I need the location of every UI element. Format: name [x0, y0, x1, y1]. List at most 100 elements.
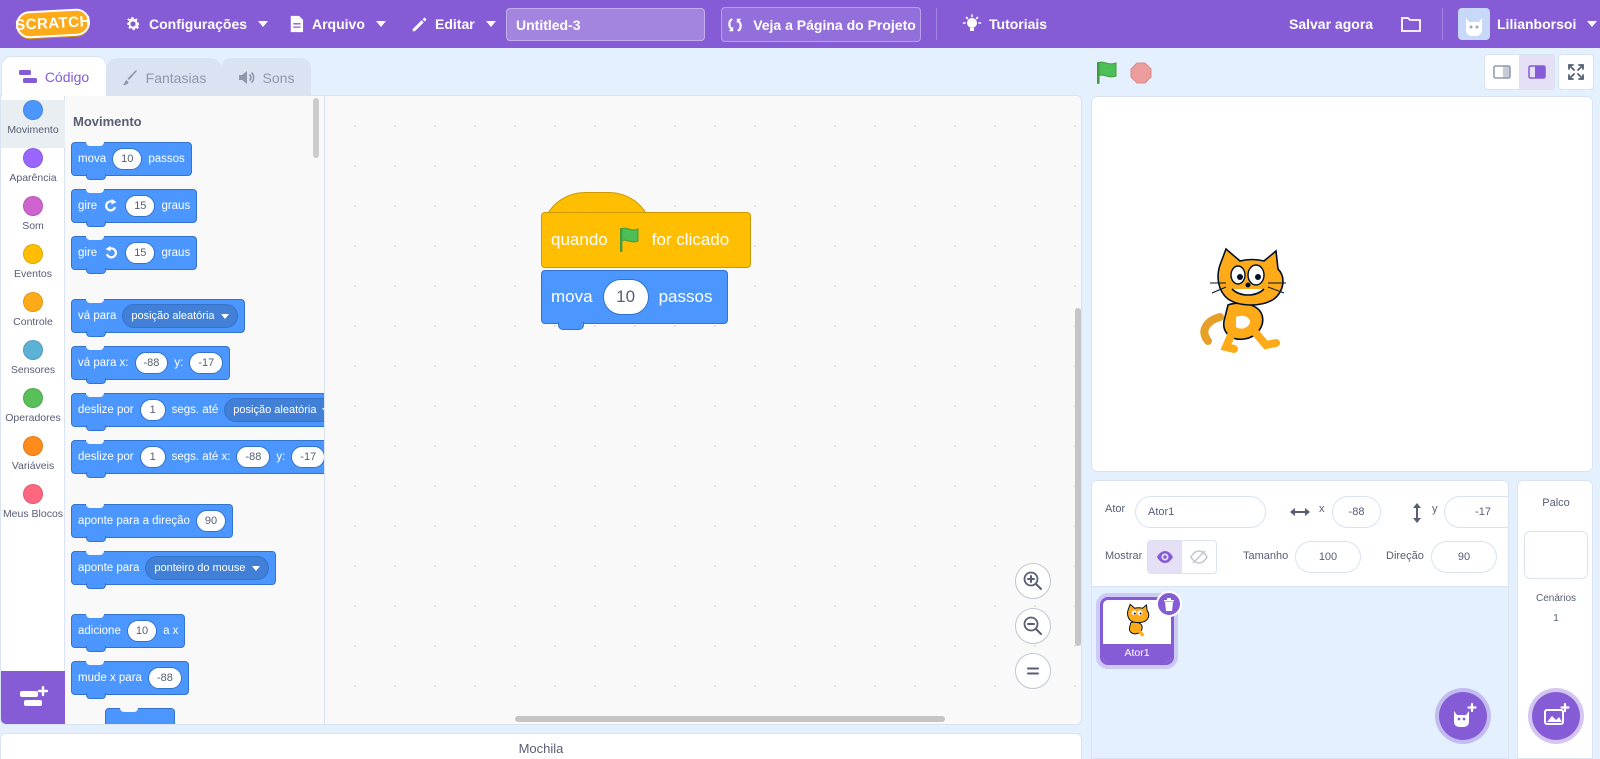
category-events[interactable]: Eventos — [1, 244, 65, 292]
project-title-input[interactable] — [506, 8, 705, 41]
category-motion-dot — [23, 100, 43, 120]
gear-icon — [127, 17, 141, 31]
block-input[interactable]: -17 — [189, 352, 224, 374]
category-events-dot — [23, 244, 43, 264]
choose-backdrop-button[interactable] — [1532, 692, 1580, 740]
category-operators-dot — [23, 388, 43, 408]
size-input[interactable] — [1295, 541, 1361, 573]
menu-bar: SCRATCH Configurações Arquivo Editar Vej… — [0, 0, 1600, 48]
sprite-name-input[interactable] — [1135, 496, 1266, 528]
category-label: Eventos — [14, 268, 52, 280]
scratch-logo[interactable]: SCRATCH — [15, 8, 91, 39]
code-editor: Movimento Aparência Som Eventos Controle… — [0, 95, 1082, 725]
block-input[interactable]: -88 — [236, 446, 271, 468]
block-partial[interactable] — [105, 708, 175, 724]
block-input[interactable]: 10 — [112, 148, 143, 170]
block-turn-right[interactable]: gire 15 graus — [71, 189, 198, 227]
scratch-cat-sprite[interactable] — [1198, 245, 1302, 355]
my-stuff-button[interactable] — [1400, 0, 1422, 48]
block-input[interactable]: 90 — [195, 510, 227, 532]
category-control[interactable]: Controle — [1, 292, 65, 340]
tutorials-button[interactable]: Tutoriais — [962, 0, 1047, 48]
edit-menu[interactable]: Editar — [411, 0, 496, 48]
stage-target-pane[interactable]: Palco Cenários 1 — [1517, 480, 1593, 759]
cat-avatar-icon — [1466, 18, 1482, 36]
delete-sprite-button[interactable] — [1156, 591, 1182, 617]
category-looks[interactable]: Aparência — [1, 148, 65, 196]
fullscreen-button[interactable] — [1558, 54, 1594, 90]
block-turn-left[interactable]: gire 15 graus — [71, 236, 198, 274]
block-change-x[interactable]: adicione 10 a x — [71, 614, 186, 652]
account-menu[interactable]: Lilianborsoi — [1458, 0, 1598, 48]
rotate-right-icon — [105, 199, 117, 212]
block-input[interactable]: -88 — [147, 667, 182, 689]
move-steps-block[interactable]: mova 10 passos — [541, 270, 728, 330]
backpack[interactable]: Mochila — [0, 733, 1082, 759]
block-glide-to[interactable]: deslize por 1 segs. até posição aleatóri… — [71, 393, 324, 431]
save-now-button[interactable]: Salvar agora — [1289, 0, 1373, 48]
block-text: aponte para — [78, 562, 140, 574]
file-menu[interactable]: Arquivo — [288, 0, 386, 48]
sprite-tile-name: Ator1 — [1103, 644, 1171, 662]
see-project-page-button[interactable]: Veja a Página do Projeto — [721, 7, 921, 42]
show-sprite-button[interactable] — [1148, 541, 1182, 573]
settings-menu[interactable]: Configurações — [124, 0, 269, 48]
when-flag-clicked-block[interactable]: quando for clicado — [541, 192, 751, 270]
stage-canvas[interactable] — [1091, 96, 1593, 472]
block-input[interactable]: 10 — [126, 620, 158, 642]
category-motion[interactable]: Movimento — [1, 100, 65, 148]
tab-costumes[interactable]: Fantasias — [107, 58, 221, 96]
block-dropdown[interactable]: ponteiro do mouse — [145, 556, 269, 580]
tab-sounds-label: Sons — [262, 69, 295, 86]
category-sound[interactable]: Som — [1, 196, 65, 244]
block-set-x[interactable]: mude x para -88 — [71, 661, 189, 699]
block-input[interactable]: 1 — [139, 446, 166, 468]
tab-code[interactable]: Código — [1, 56, 107, 96]
block-input[interactable]: 10 — [602, 279, 649, 315]
block-input[interactable]: 15 — [125, 242, 156, 264]
hide-sprite-button[interactable] — [1182, 541, 1216, 573]
sprite-label: Ator — [1105, 503, 1126, 515]
block-input[interactable]: 1 — [139, 399, 166, 421]
category-my-blocks[interactable]: Meus Blocos — [1, 484, 65, 532]
workspace-horizontal-scrollbar[interactable] — [515, 716, 945, 722]
large-stage-button[interactable] — [1519, 54, 1555, 90]
avatar — [1458, 8, 1490, 40]
x-input[interactable] — [1332, 496, 1381, 528]
zoom-out-button[interactable] — [1015, 608, 1051, 644]
block-glide-to-xy[interactable]: deslize por 1 segs. até x: -88 y: -17 — [71, 440, 324, 478]
block-point-direction[interactable]: aponte para a direção 90 — [71, 504, 234, 542]
category-looks-dot — [23, 148, 43, 168]
block-point-towards[interactable]: aponte para ponteiro do mouse — [71, 551, 276, 589]
script-workspace[interactable]: quando for clicado mova 10 passos — [325, 96, 1081, 724]
block-dropdown[interactable]: posição aleatória — [224, 398, 324, 422]
block-go-to[interactable]: vá para posição aleatória — [71, 299, 245, 337]
block-go-to-xy[interactable]: vá para x: -88 y: -17 — [71, 346, 231, 384]
add-extension-button[interactable] — [1, 671, 65, 724]
zoom-in-button[interactable] — [1015, 563, 1051, 599]
small-stage-button[interactable] — [1484, 54, 1520, 90]
block-text: mova — [551, 287, 593, 306]
zoom-reset-button[interactable] — [1015, 653, 1051, 689]
palette-scrollbar[interactable] — [313, 98, 319, 158]
rotate-left-icon — [105, 246, 118, 259]
category-sensing[interactable]: Sensores — [1, 340, 65, 388]
choose-sprite-button[interactable] — [1439, 692, 1487, 740]
workspace-vertical-scrollbar[interactable] — [1075, 308, 1081, 646]
category-variables[interactable]: Variáveis — [1, 436, 65, 484]
block-input[interactable]: 15 — [125, 195, 156, 217]
sprite-pane: Ator x y Mostrar Tamanho Direção — [1091, 480, 1509, 759]
direction-input[interactable] — [1431, 541, 1497, 573]
block-dropdown[interactable]: posição aleatória — [122, 304, 238, 328]
stage-thumbnail[interactable] — [1524, 531, 1588, 579]
block-input[interactable]: -17 — [291, 446, 324, 468]
green-flag-button[interactable] — [1094, 60, 1120, 86]
category-label: Controle — [13, 316, 53, 328]
y-input[interactable] — [1444, 496, 1508, 528]
block-input[interactable]: -88 — [134, 352, 169, 374]
lightbulb-icon — [962, 14, 982, 31]
category-operators[interactable]: Operadores — [1, 388, 65, 436]
tab-sounds[interactable]: Sons — [221, 58, 311, 96]
stop-button[interactable] — [1129, 61, 1153, 85]
block-move-steps[interactable]: mova 10 passos — [71, 142, 192, 180]
